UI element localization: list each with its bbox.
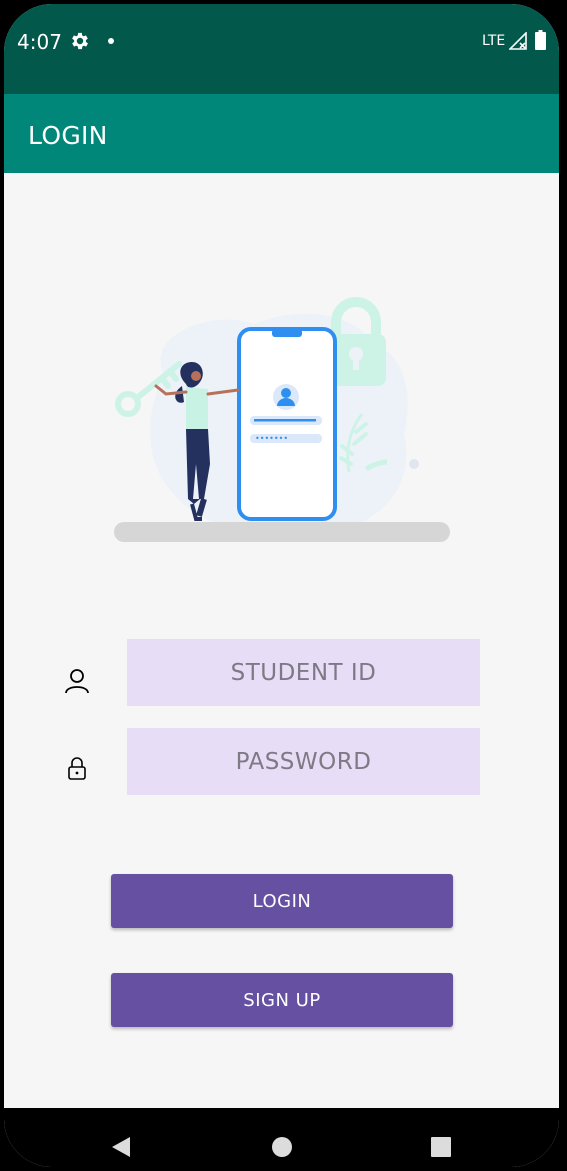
password-input[interactable] <box>127 728 480 795</box>
student-id-input[interactable] <box>127 639 480 706</box>
person-icon <box>65 669 89 694</box>
recents-square-icon[interactable] <box>431 1137 451 1157</box>
lock-icon <box>68 757 86 780</box>
home-circle-icon[interactable] <box>271 1136 293 1158</box>
notification-dot-icon <box>108 38 114 44</box>
phone-screen: 4:07 LTE LOGIN ••••••• STUDENT ID LOGIN … <box>4 4 559 1167</box>
navigation-bar <box>4 1108 559 1167</box>
signal-icon <box>509 32 527 50</box>
page-title: LOGIN <box>28 121 108 150</box>
battery-icon <box>535 30 546 50</box>
app-bar: LOGIN <box>4 94 559 173</box>
gear-icon <box>72 32 88 50</box>
status-time: 4:07 <box>17 30 62 54</box>
status-bar: 4:07 LTE <box>4 4 559 94</box>
svg-text:•••••••: ••••••• <box>255 434 288 443</box>
login-illustration-icon: ••••••• <box>114 297 450 542</box>
back-triangle-icon[interactable] <box>110 1136 132 1158</box>
login-button[interactable]: LOGIN <box>111 874 453 928</box>
sign-up-button[interactable]: SIGN UP <box>111 973 453 1027</box>
network-type: LTE <box>482 33 506 49</box>
